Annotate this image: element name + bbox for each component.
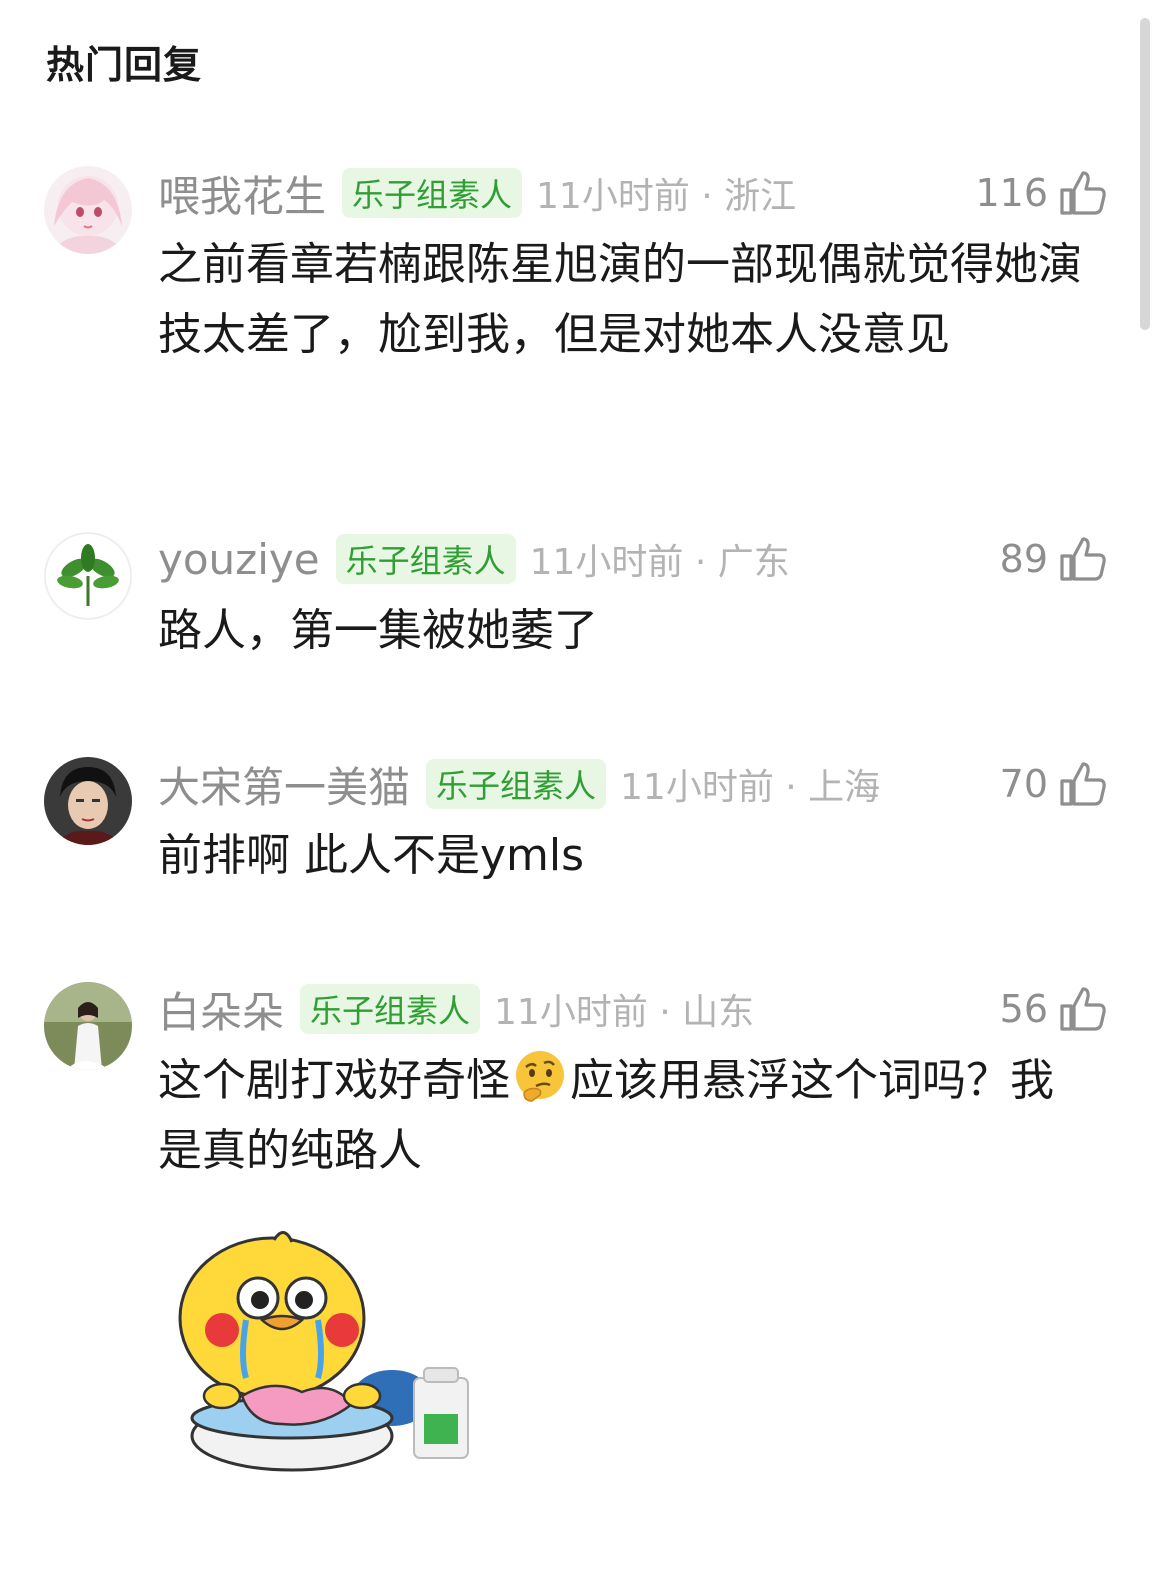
time-location: 11小时前 · 浙江 <box>536 176 797 217</box>
group-badge[interactable]: 乐子组素人 <box>335 534 516 584</box>
scrollbar[interactable] <box>1140 18 1150 330</box>
thumbs-up-icon <box>1060 171 1106 215</box>
like-count: 70 <box>999 762 1048 806</box>
like-button[interactable]: 116 <box>975 164 1108 222</box>
comment-text-part: 这个剧打戏好奇怪 <box>158 1055 510 1106</box>
like-button[interactable]: 70 <box>1000 755 1108 813</box>
like-button[interactable]: 56 <box>1000 980 1108 1038</box>
woman-photo-avatar[interactable] <box>44 982 132 1070</box>
portrait-avatar[interactable] <box>44 757 132 845</box>
thinking-face-icon <box>516 1051 564 1102</box>
comment-text: 路人，第一集被她萎了 <box>158 605 598 656</box>
like-count: 116 <box>975 171 1048 215</box>
like-count: 56 <box>999 987 1048 1031</box>
thumbs-up-icon <box>1060 762 1106 806</box>
time-location: 11小时前 · 上海 <box>620 767 881 808</box>
comment-text: 前排啊 此人不是ymls <box>158 830 585 881</box>
section-title: 热门回复 <box>46 43 203 87</box>
username[interactable]: 喂我花生 <box>158 163 326 224</box>
crying-duck-sticker[interactable] <box>162 1228 482 1488</box>
like-button[interactable]: 89 <box>1000 530 1108 588</box>
green-plant-avatar[interactable] <box>44 532 132 620</box>
anime-girl-avatar[interactable] <box>44 166 132 254</box>
username[interactable]: 大宋第一美猫 <box>158 754 410 815</box>
time-location: 11小时前 · 广东 <box>529 542 790 583</box>
username[interactable]: youziye <box>158 535 320 584</box>
group-badge[interactable]: 乐子组素人 <box>426 759 607 809</box>
username[interactable]: 白朵朵 <box>158 979 284 1040</box>
group-badge[interactable]: 乐子组素人 <box>342 168 523 218</box>
time-location: 11小时前 · 山东 <box>494 992 755 1033</box>
group-badge[interactable]: 乐子组素人 <box>300 984 481 1034</box>
comment-text: 之前看章若楠跟陈星旭演的一部现偶就觉得她演技太差了，尬到我，但是对她本人没意见 <box>158 239 1082 360</box>
like-count: 89 <box>999 537 1048 581</box>
comment-text: 这个剧打戏好奇怪 应该用悬浮这个词吗？我是真的纯路人 <box>158 1046 1088 1186</box>
thumbs-up-icon <box>1060 987 1106 1031</box>
thumbs-up-icon <box>1060 537 1106 581</box>
